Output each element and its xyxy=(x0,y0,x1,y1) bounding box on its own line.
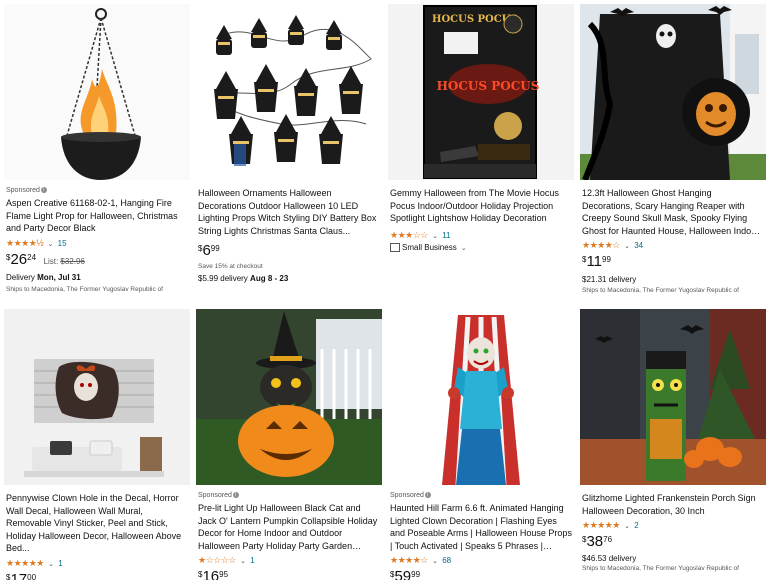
rating-row[interactable]: ★★★☆☆ ⌄ 11 xyxy=(390,229,572,241)
delivery-info: $5.99 delivery Aug 8 - 23 xyxy=(198,274,289,283)
product-card[interactable]: 12.3ft Halloween Ghost Hanging Decoratio… xyxy=(580,4,766,304)
star-rating: ★★★★★ xyxy=(6,557,44,568)
star-rating: ★★★★☆ xyxy=(582,240,620,250)
ships-to: Ships to Macedonia, The Former Yugoslav … xyxy=(582,565,739,572)
ships-to: Ships to Macedonia, The Former Yugoslav … xyxy=(6,285,163,293)
product-card[interactable]: Pennywise Clown Hole in the Decal, Horro… xyxy=(4,309,190,580)
chevron-down-icon[interactable]: ⌄ xyxy=(432,558,438,565)
rating-count[interactable]: 15 xyxy=(58,239,67,248)
price[interactable]: $3876 xyxy=(582,534,764,550)
delivery-info: $21.31 delivery xyxy=(582,275,637,284)
product-title[interactable]: Pre-lit Light Up Halloween Black Cat and… xyxy=(198,502,380,552)
product-card[interactable]: HOCUS POCUS HOCUS POCUS Gemmy Halloween … xyxy=(388,4,574,304)
sponsored-label[interactable]: Sponsored i xyxy=(390,491,572,501)
delivery-info: Delivery Mon, Jul 31 xyxy=(6,272,81,282)
product-image-hanging-clown[interactable] xyxy=(388,309,574,485)
product-title[interactable]: 12.3ft Halloween Ghost Hanging Decoratio… xyxy=(582,187,764,237)
info-icon[interactable]: i xyxy=(40,187,47,194)
rating-count[interactable]: 2 xyxy=(634,521,638,530)
box-title-text: HOCUS POCUS xyxy=(437,79,540,93)
rating-count[interactable]: 34 xyxy=(634,241,643,250)
product-image-hocus-pocus-projector[interactable]: HOCUS POCUS HOCUS POCUS xyxy=(388,4,574,180)
product-card[interactable]: Sponsored i Pre-lit Light Up Halloween Bl… xyxy=(196,309,382,580)
rating-row[interactable]: ★★★★★ ⌄ 1 xyxy=(6,557,188,569)
chevron-down-icon[interactable]: ⌄ xyxy=(432,233,438,240)
info-icon[interactable]: i xyxy=(424,492,431,499)
rating-row[interactable]: ★☆☆☆☆ ⌄ 1 xyxy=(198,554,380,566)
product-title[interactable]: Aspen Creative 61168-02-1, Hanging Fire … xyxy=(6,197,188,235)
sponsored-label[interactable]: Sponsored i xyxy=(198,491,380,501)
product-title[interactable]: Gemmy Halloween from The Movie Hocus Poc… xyxy=(390,187,572,225)
save-note: Save 15% at checkout xyxy=(198,263,263,270)
product-title[interactable]: Glitzhome Lighted Frankenstein Porch Sig… xyxy=(582,492,764,517)
star-rating: ★★★★☆ xyxy=(390,555,428,565)
price[interactable]: $1700 xyxy=(6,571,188,580)
rating-count[interactable]: 11 xyxy=(442,231,450,240)
price[interactable]: $699 xyxy=(198,243,380,259)
product-title[interactable]: Pennywise Clown Hole in the Decal, Horro… xyxy=(6,492,188,555)
small-business-icon xyxy=(390,242,400,252)
product-card[interactable]: Glitzhome Lighted Frankenstein Porch Sig… xyxy=(580,309,766,580)
product-card[interactable]: Sponsored i Haunted Hill Farm 6.6 ft. Ani… xyxy=(388,309,574,580)
star-rating: ★★★★½ xyxy=(6,237,44,248)
small-business-badge[interactable]: Small Business ⌄ xyxy=(390,243,572,252)
ships-to: Ships to Macedonia, The Former Yugoslav … xyxy=(582,287,739,294)
product-image-black-cat-pumpkin[interactable] xyxy=(196,309,382,485)
star-rating: ★☆☆☆☆ xyxy=(198,555,236,565)
price[interactable]: $1199 xyxy=(582,254,764,270)
info-icon[interactable]: i xyxy=(232,492,239,499)
star-rating: ★★★★★ xyxy=(582,520,620,530)
rating-count[interactable]: 1 xyxy=(58,559,62,568)
chevron-down-icon[interactable]: ⌄ xyxy=(240,558,246,565)
product-image-fire-flame-light[interactable] xyxy=(4,4,190,180)
product-title[interactable]: Haunted Hill Farm 6.6 ft. Animated Hangi… xyxy=(390,502,572,552)
chevron-down-icon[interactable]: ⌄ xyxy=(48,561,54,568)
rating-count[interactable]: 68 xyxy=(442,556,451,565)
chevron-down-icon[interactable]: ⌄ xyxy=(48,241,54,248)
product-image-witch-string-lights[interactable] xyxy=(196,4,382,180)
product-title[interactable]: Halloween Ornaments Halloween Decoration… xyxy=(198,187,380,237)
product-card[interactable]: Halloween Ornaments Halloween Decoration… xyxy=(196,4,382,304)
product-grid: Sponsored i Aspen Creative 61168-02-1, Ha… xyxy=(0,0,768,580)
chevron-down-icon[interactable]: ⌄ xyxy=(624,243,630,250)
rating-row[interactable]: ★★★★★ ⌄ 2 xyxy=(582,519,764,531)
price[interactable]: $5999 xyxy=(390,569,572,580)
star-rating: ★★★☆☆ xyxy=(390,229,428,240)
price[interactable]: $1695 xyxy=(198,569,380,580)
delivery-info: $46.53 delivery xyxy=(582,554,637,563)
rating-row[interactable]: ★★★★☆ ⌄ 68 xyxy=(390,554,572,566)
price[interactable]: $2624 List: $32.96 xyxy=(6,251,188,268)
rating-count[interactable]: 1 xyxy=(250,556,254,565)
product-card[interactable]: Sponsored i Aspen Creative 61168-02-1, Ha… xyxy=(4,4,190,304)
product-image-frankenstein-sign[interactable] xyxy=(580,309,766,485)
product-image-pennywise-decal[interactable] xyxy=(4,309,190,485)
chevron-down-icon[interactable]: ⌄ xyxy=(624,523,630,530)
rating-row[interactable]: ★★★★☆ ⌄ 34 xyxy=(582,239,764,251)
sponsored-label[interactable]: Sponsored i xyxy=(6,186,188,196)
rating-row[interactable]: ★★★★½ ⌄ 15 xyxy=(6,237,188,249)
list-price: List: $32.96 xyxy=(43,256,85,266)
chevron-down-icon[interactable]: ⌄ xyxy=(461,245,467,252)
product-image-hanging-reaper[interactable] xyxy=(580,4,766,180)
